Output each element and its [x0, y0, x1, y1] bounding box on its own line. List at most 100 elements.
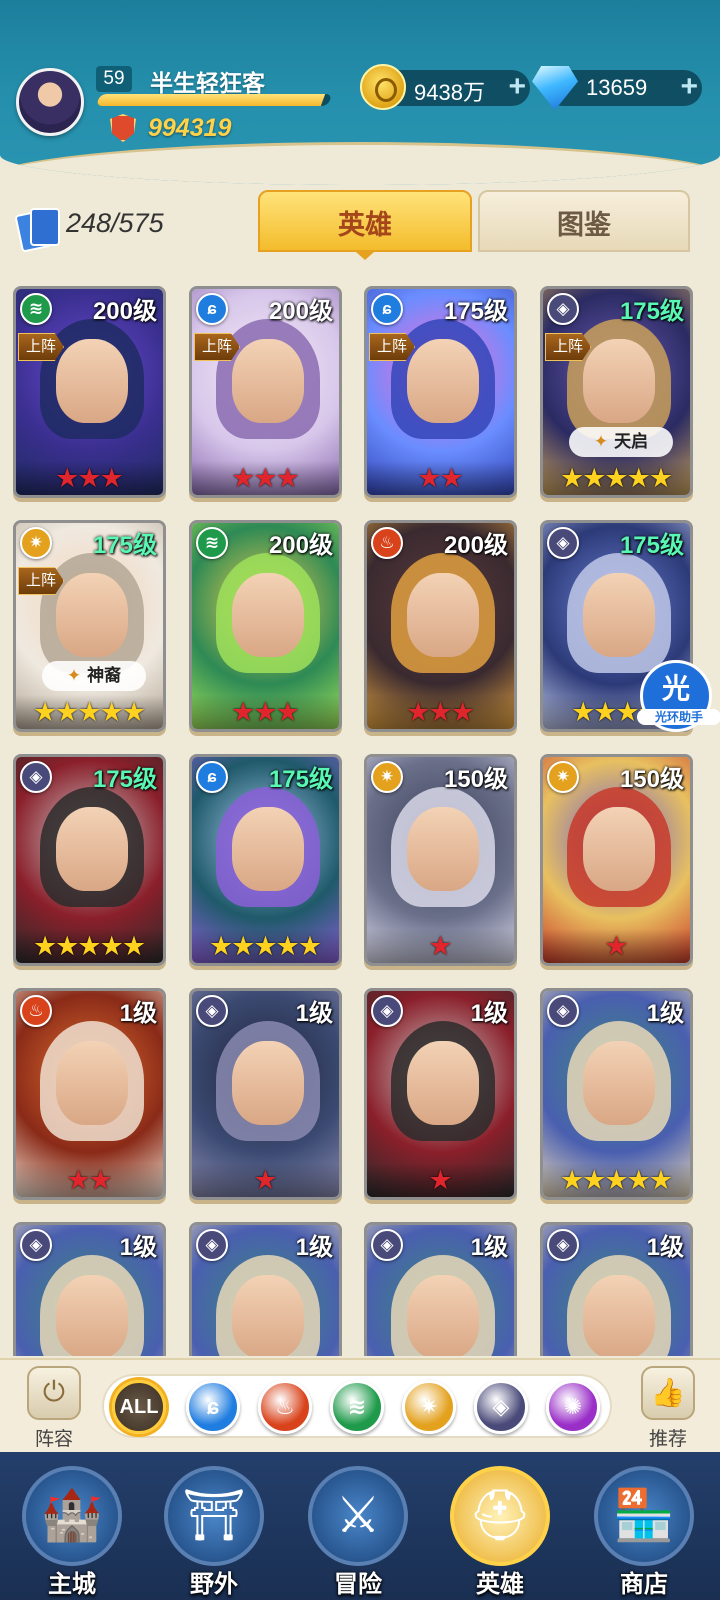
filter-fire-button[interactable]: ♨ [258, 1380, 312, 1434]
star-icon: ★ [648, 1165, 674, 1195]
hero-level: 1级 [470, 1000, 508, 1027]
hero-level: 150级 [443, 766, 508, 793]
add-gems-button[interactable]: + [680, 72, 698, 102]
hero-card[interactable]: ◈ 1级 [189, 1222, 342, 1356]
star-rating: ★ [367, 1163, 514, 1197]
hero-card[interactable]: ◈175级上阵天启★★★★★ [540, 286, 693, 498]
player-name: 半生轻狂客 [150, 70, 265, 96]
dark-element-icon: ◈ [371, 1229, 403, 1261]
deployed-tag: 上阵 [18, 333, 64, 361]
hero-card[interactable]: ✷ 150级 ★ [540, 754, 693, 966]
hero-card[interactable]: ɕ 200级 上阵 ★★★ [189, 286, 342, 498]
dark-element-icon: ◈ [196, 1229, 228, 1261]
hero-card[interactable]: ◈ 1级 [13, 1222, 166, 1356]
hero-card[interactable]: ◈ 1级 ★★★★★ [540, 988, 693, 1200]
star-icon: ★ [77, 931, 102, 961]
hero-card[interactable]: ≋ 200级 ★★★ [189, 520, 342, 732]
tab-heroes[interactable]: 英雄 [258, 190, 472, 252]
filter-dark-button[interactable]: ◈ [474, 1380, 528, 1434]
star-icon: ★ [231, 697, 256, 727]
wind-element-icon: ≋ [20, 293, 52, 325]
hero-face [583, 807, 655, 891]
hero-card[interactable]: ◈ 1级 [364, 1222, 517, 1356]
hero-face [56, 573, 128, 657]
hero-face [583, 339, 655, 423]
hero-face [232, 1041, 304, 1125]
hero-face [56, 1275, 128, 1356]
hero-card[interactable]: ◈ 1级 ★ [189, 988, 342, 1200]
hero-level: 175级 [619, 532, 684, 559]
hero-card[interactable]: ◈ 1级 ★ [364, 988, 517, 1200]
nav-item-1[interactable]: ⛩ 野外 [154, 1460, 274, 1600]
tab-codex[interactable]: 图鉴 [478, 190, 690, 252]
hero-level: 175级 [619, 298, 684, 325]
star-rating: ★★ [367, 461, 514, 495]
star-icon: ★ [439, 463, 464, 493]
nav-label: 商店 [620, 1571, 668, 1598]
lineup-button[interactable]: ⏻ 阵容 [14, 1366, 94, 1450]
star-icon: ★ [55, 463, 80, 493]
star-icon: ★ [121, 697, 147, 727]
hero-card[interactable]: ɕ 175级 上阵 ★★ [364, 286, 517, 498]
star-icon: ★ [32, 931, 58, 961]
nav-icon-circle: ⚔ [308, 1466, 408, 1566]
star-icon: ★ [615, 697, 640, 727]
hero-card[interactable]: ≋ 200级 上阵 ★★★ [13, 286, 166, 498]
bottom-nav: 🏰 主城 ⛩ 野外 ⚔ 冒险 ⛑ 英雄 🏪 商店 [0, 1452, 720, 1600]
star-rating: ★★★★★ [543, 1163, 690, 1197]
hero-level: 1级 [646, 1000, 684, 1027]
hero-title-badge: 天启 [569, 427, 673, 457]
hero-face [583, 1041, 655, 1125]
nav-label: 英雄 [476, 1571, 524, 1598]
hero-level: 175级 [443, 298, 508, 325]
nav-item-0[interactable]: 🏰 主城 [12, 1460, 132, 1600]
hero-card[interactable]: ✷175级上阵神裔★★★★★ [13, 520, 166, 732]
hero-face [407, 1275, 479, 1356]
star-icon: ★ [417, 463, 442, 493]
hero-card[interactable]: ✷ 150级 ★ [364, 754, 517, 966]
star-rating: ★★★ [192, 461, 339, 495]
watermark-badge: 光 光环助手 [637, 660, 720, 732]
star-icon: ★ [297, 931, 323, 961]
star-rating: ★ [543, 929, 690, 963]
star-icon: ★ [559, 1165, 585, 1195]
filter-wind-button[interactable]: ≋ [330, 1380, 384, 1434]
dark-element-icon: ◈ [547, 293, 579, 325]
star-icon: ★ [99, 463, 124, 493]
hero-level: 1级 [470, 1234, 508, 1261]
nav-label: 冒险 [334, 1571, 382, 1598]
star-icon: ★ [253, 1165, 278, 1195]
recommend-button[interactable]: 👍 推荐 [628, 1366, 708, 1450]
hero-level: 175级 [92, 766, 157, 793]
star-icon: ★ [88, 1165, 113, 1195]
nav-item-4[interactable]: 🏪 商店 [584, 1460, 704, 1600]
exp-bar [95, 94, 333, 106]
hero-card[interactable]: ◈ 1级 [540, 1222, 693, 1356]
hero-card[interactable]: ɕ 175级 ★★★★★ [189, 754, 342, 966]
hero-card[interactable]: ♨ 1级 ★★ [13, 988, 166, 1200]
filter-water-button[interactable]: ɕ [186, 1380, 240, 1434]
player-avatar[interactable] [16, 68, 84, 136]
portal-icon: ⛩ [182, 1487, 246, 1543]
star-icon: ★ [253, 697, 278, 727]
nav-icon-circle: ⛑ [450, 1466, 550, 1566]
hero-card[interactable]: ♨ 200级 ★★★ [364, 520, 517, 732]
star-rating: ★★★ [192, 695, 339, 729]
nav-label: 主城 [48, 1571, 96, 1598]
star-rating: ★★★ [367, 695, 514, 729]
filter-light-button[interactable]: ✷ [402, 1380, 456, 1434]
add-gold-button[interactable]: + [508, 72, 526, 102]
helmet-icon: ⛑ [468, 1487, 532, 1543]
hero-card[interactable]: ◈ 175级 ★★★★★ [13, 754, 166, 966]
nav-item-3[interactable]: ⛑ 英雄 [440, 1460, 560, 1600]
filter-all-button[interactable]: ALL [112, 1380, 166, 1434]
nav-item-2[interactable]: ⚔ 冒险 [298, 1460, 418, 1600]
filter-chaos-button[interactable]: ✺ [546, 1380, 600, 1434]
star-icon: ★ [231, 931, 256, 961]
star-icon: ★ [253, 931, 278, 961]
water-element-icon: ɕ [371, 293, 403, 325]
star-icon: ★ [253, 463, 278, 493]
dark-element-icon: ◈ [547, 995, 579, 1027]
star-icon: ★ [55, 931, 80, 961]
star-icon: ★ [77, 697, 102, 727]
